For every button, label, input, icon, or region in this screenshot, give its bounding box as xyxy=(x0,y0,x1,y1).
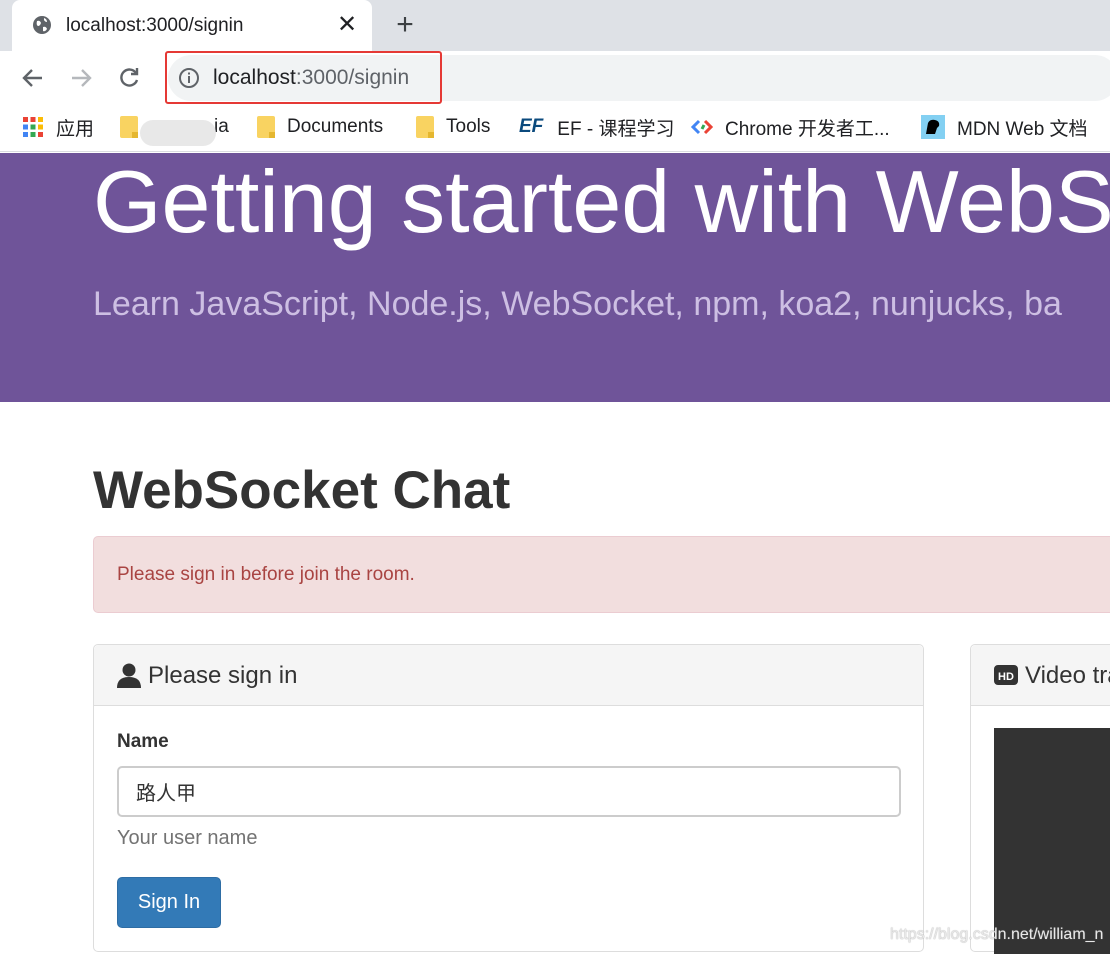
bookmark-label: MDN Web 文档 xyxy=(957,118,1088,140)
bookmark-apps[interactable]: 应用 xyxy=(22,114,94,140)
folder-icon xyxy=(416,116,434,138)
bookmark-documents[interactable]: Documents xyxy=(257,114,383,140)
globe-icon xyxy=(33,16,51,34)
name-help-text: Your user name xyxy=(117,827,258,849)
bookmark-mdn[interactable]: MDN Web 文档 xyxy=(921,114,1088,140)
jumbotron-title: Getting started with WebS xyxy=(93,152,1110,251)
blurred-bookmark-label xyxy=(140,120,216,146)
reload-icon[interactable] xyxy=(116,65,142,91)
bookmark-label: Documents xyxy=(287,116,384,137)
jumbotron-subtitle: Learn JavaScript, Node.js, WebSocket, np… xyxy=(93,285,1062,323)
apps-grid-icon xyxy=(23,117,43,137)
close-tab-icon[interactable]: ✕ xyxy=(334,13,360,39)
browser-tab[interactable]: localhost:3000/signin ✕ xyxy=(12,0,372,51)
alert-text: Please sign in before join the room. xyxy=(117,564,415,585)
back-arrow-icon[interactable] xyxy=(20,65,46,91)
chrome-dev-icon xyxy=(691,119,713,135)
bookmark-label: EF - 课程学习 xyxy=(557,118,675,140)
name-input[interactable] xyxy=(117,766,901,817)
bookmark-label: Chrome 开发者工... xyxy=(725,118,890,140)
bookmark-chrome-dev[interactable]: Chrome 开发者工... xyxy=(691,114,890,140)
bookmark-label: 应用 xyxy=(56,118,95,140)
panel-heading: Please sign in xyxy=(94,645,923,706)
tab-title: localhost:3000/signin xyxy=(66,15,244,36)
url-highlight-box xyxy=(165,51,442,104)
mdn-icon xyxy=(921,115,945,139)
bookmark-ef[interactable]: EF EF - 课程学习 xyxy=(519,114,674,140)
bookmark-tools[interactable]: Tools xyxy=(416,114,490,140)
watermark: https://blog.csdn.net/william_n xyxy=(890,926,1104,943)
folder-icon xyxy=(257,116,275,138)
user-icon xyxy=(117,663,141,688)
panel-title: Video tra xyxy=(1025,662,1110,689)
new-tab-button[interactable]: + xyxy=(390,10,420,41)
bookmark-label: ia xyxy=(214,116,229,137)
video-player[interactable] xyxy=(994,728,1110,954)
bookmark-label: Tools xyxy=(446,116,491,137)
panel-title: Please sign in xyxy=(148,662,298,689)
forward-arrow-icon[interactable] xyxy=(68,65,94,91)
hd-icon: HD xyxy=(994,665,1018,685)
ef-logo-icon: EF xyxy=(519,116,544,137)
folder-icon xyxy=(120,116,138,138)
signin-button[interactable]: Sign In xyxy=(117,877,221,928)
panel-heading: HD Video tra xyxy=(971,645,1110,706)
svg-text:HD: HD xyxy=(998,671,1014,683)
name-label: Name xyxy=(117,731,169,752)
page-title: WebSocket Chat xyxy=(93,461,511,520)
